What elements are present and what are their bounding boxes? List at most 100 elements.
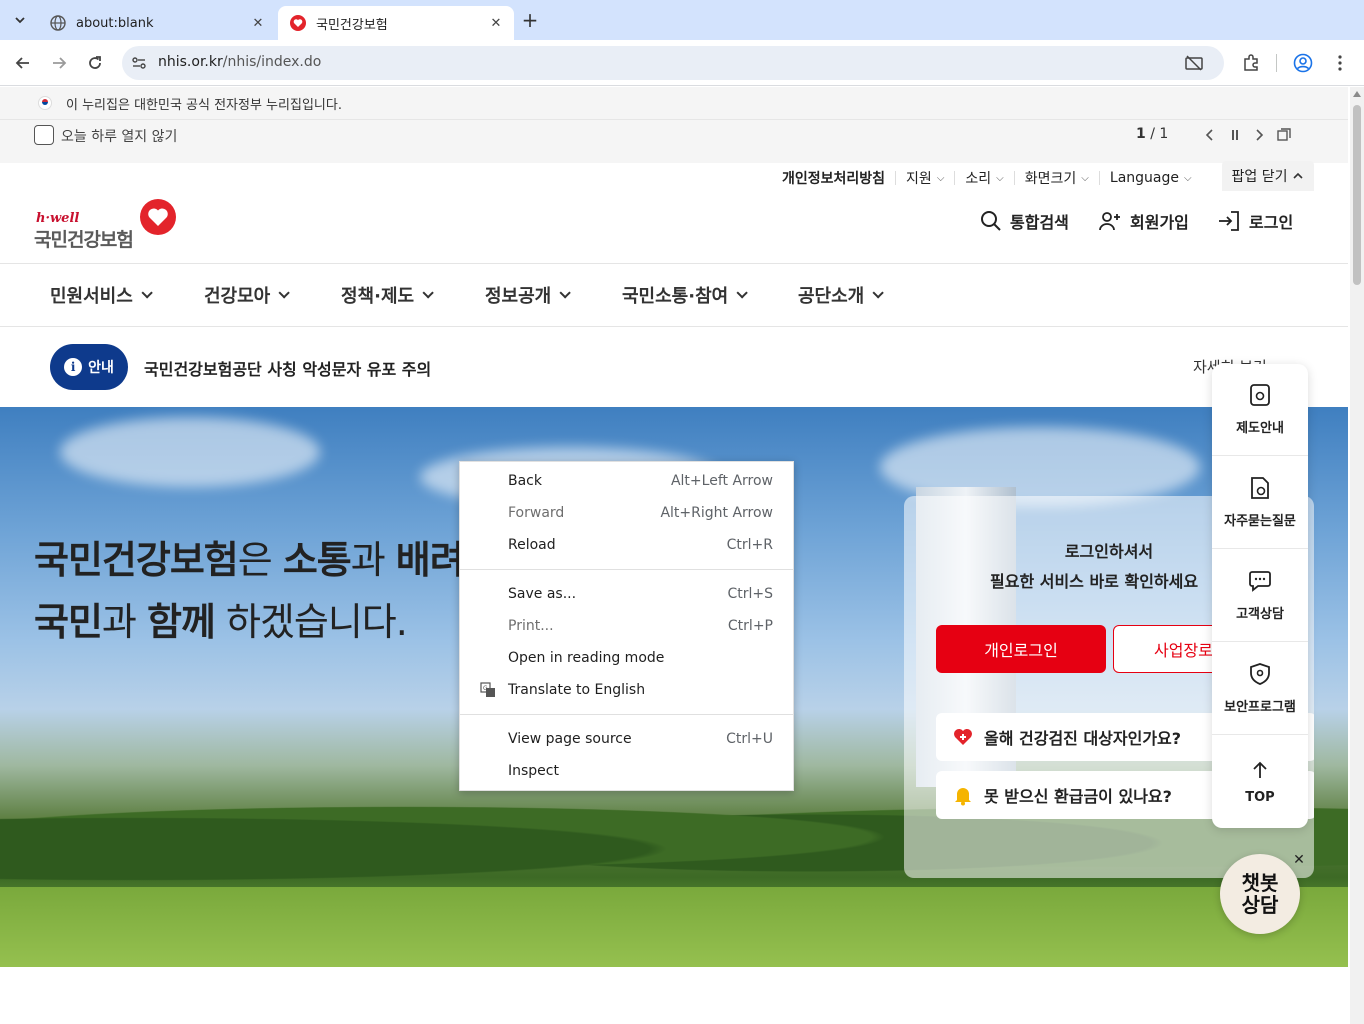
- browser-toolbar: nhis.or.kr/nhis/index.do: [0, 40, 1364, 86]
- chevron-down-icon: ⌵: [1081, 172, 1089, 184]
- chevron-down-icon: [872, 287, 885, 299]
- reload-button[interactable]: [82, 50, 108, 76]
- gnb-communication[interactable]: 국민소통·참여: [622, 282, 748, 308]
- scroll-top-button[interactable]: TOP: [1212, 736, 1308, 828]
- logo-name: 국민건강보험: [34, 229, 134, 251]
- integrated-search-link[interactable]: 통합검색: [980, 209, 1069, 233]
- svg-text:G: G: [483, 685, 488, 692]
- menu-separator: [460, 714, 793, 715]
- puzzle-icon: [1244, 54, 1258, 71]
- chat-bubble-icon: [1249, 571, 1271, 592]
- chevron-down-icon: ⌵: [996, 172, 1004, 184]
- chevron-right-icon[interactable]: [1249, 125, 1269, 145]
- heart-plus-icon: [954, 729, 972, 745]
- popup-list-icon[interactable]: [1274, 125, 1294, 145]
- close-icon[interactable]: ✕: [250, 15, 266, 31]
- page-scrollbar[interactable]: [1350, 87, 1364, 1024]
- close-icon[interactable]: ✕: [488, 15, 504, 31]
- scrollbar-thumb[interactable]: [1353, 105, 1361, 285]
- korea-flag-icon: [38, 96, 52, 110]
- chevron-down-icon: [422, 287, 434, 299]
- utility-menu: 개인정보처리방침 지원 ⌵ 소리 ⌵ 화면크기 ⌵ Language ⌵: [772, 167, 1202, 189]
- tab-nhis[interactable]: 국민건강보험 ✕: [278, 6, 514, 40]
- gnb-about[interactable]: 공단소개: [798, 282, 885, 308]
- gov-official-banner: 이 누리집은 대한민국 공식 전자정부 누리집입니다.: [0, 87, 1348, 119]
- gov-banner-text: 이 누리집은 대한민국 공식 전자정부 누리집입니다.: [66, 97, 342, 113]
- globe-icon: [50, 15, 66, 31]
- main-navigation: 민원서비스 건강모아 정책·제도 정보공개 국민소통·참여 공단소개: [0, 263, 1348, 327]
- personal-login-button[interactable]: 개인로그인: [936, 625, 1106, 673]
- chevron-down-icon: [141, 287, 153, 299]
- gnb-policy[interactable]: 정책·제도: [341, 282, 434, 308]
- reload-icon: [89, 56, 101, 69]
- site-info-icon[interactable]: [130, 54, 148, 72]
- support-menu[interactable]: 지원 ⌵: [895, 171, 954, 187]
- security-program-button[interactable]: 보안프로그램: [1212, 643, 1308, 735]
- heart-logo-icon: [140, 199, 176, 235]
- address-bar[interactable]: nhis.or.kr/nhis/index.do: [122, 46, 1224, 80]
- more-vert-icon: [1338, 55, 1342, 71]
- screen-size-menu[interactable]: 화면크기 ⌵: [1013, 171, 1099, 187]
- close-icon[interactable]: ✕: [1291, 852, 1307, 868]
- ctx-print[interactable]: Print... Ctrl+P: [460, 610, 793, 642]
- profile-icon: [1293, 53, 1313, 73]
- add-user-icon: [1099, 212, 1120, 231]
- gnb-health-moa[interactable]: 건강모아: [204, 282, 291, 308]
- back-button[interactable]: [10, 50, 36, 76]
- popup-control-bar: 오늘 하루 열지 않기 1 / 1: [0, 119, 1348, 163]
- chevron-up-icon: [1293, 172, 1304, 179]
- profile-button[interactable]: [1292, 52, 1314, 74]
- customer-consult-button[interactable]: 고객상담: [1212, 550, 1308, 642]
- arrow-left-icon: [15, 57, 29, 69]
- gnb-civil-service[interactable]: 민원서비스: [50, 282, 153, 308]
- info-icon: i: [64, 358, 83, 376]
- arrow-up-icon: [1253, 761, 1267, 778]
- browser-menu-button[interactable]: [1329, 52, 1351, 74]
- tab-about-blank[interactable]: about:blank ✕: [38, 6, 276, 40]
- ctx-forward[interactable]: Forward Alt+Right Arrow: [460, 497, 793, 529]
- hero-slogan: 국민건강보험은 소통과 배려 국민과 함께 하겠습니다.: [34, 538, 465, 644]
- forward-button[interactable]: [46, 50, 72, 76]
- side-quick-menu: 제도안내 자주묻는질문 고객상담 보안프로그램 TOP: [1212, 364, 1308, 828]
- bell-icon: [955, 788, 971, 806]
- tab-search-button[interactable]: [8, 8, 32, 32]
- signup-link[interactable]: 회원가입: [1098, 209, 1189, 233]
- dont-show-today-checkbox[interactable]: [34, 125, 54, 145]
- language-menu[interactable]: Language ⌵: [1098, 170, 1202, 186]
- chatbot-button[interactable]: 챗봇 상담: [1220, 854, 1300, 934]
- gnb-info-disclosure[interactable]: 정보공개: [485, 282, 572, 308]
- context-menu: Back Alt+Left Arrow Forward Alt+Right Arro…: [459, 461, 794, 791]
- ctx-save-as[interactable]: Save as... Ctrl+S: [460, 578, 793, 610]
- ctx-back[interactable]: Back Alt+Left Arrow: [460, 465, 793, 497]
- login-message-2: 필요한 서비스 바로 확인하세요: [990, 572, 1199, 591]
- arrow-right-icon: [53, 57, 67, 69]
- notice-text[interactable]: 국민건강보험공단 사칭 악성문자 유포 주의: [144, 356, 431, 380]
- ctx-inspect[interactable]: Inspect: [460, 755, 793, 787]
- ctx-reading-mode[interactable]: Open in reading mode: [460, 642, 793, 674]
- camera-off-icon[interactable]: [1184, 54, 1204, 72]
- nhis-logo[interactable]: h·well 국민건강보험: [34, 199, 184, 251]
- faq-button[interactable]: 자주묻는질문: [1212, 457, 1308, 549]
- lawn-image: [0, 887, 1348, 967]
- sound-menu[interactable]: 소리 ⌵: [954, 171, 1013, 187]
- chevron-down-icon: [278, 287, 291, 299]
- login-icon: [1219, 211, 1239, 231]
- tab-title: about:blank: [76, 15, 154, 31]
- system-guide-button[interactable]: 제도안내: [1212, 364, 1308, 456]
- scroll-up-arrow-icon[interactable]: [1353, 91, 1361, 97]
- chevron-down-icon: [15, 17, 25, 24]
- document-icon: [1250, 384, 1270, 406]
- popup-pager: 1 / 1: [1136, 126, 1169, 142]
- pause-icon[interactable]: [1225, 125, 1245, 145]
- login-link[interactable]: 로그인: [1217, 209, 1293, 233]
- extensions-button[interactable]: [1240, 52, 1262, 74]
- ctx-translate[interactable]: G Translate to English: [460, 674, 793, 706]
- privacy-policy-link[interactable]: 개인정보처리방침: [772, 171, 895, 187]
- ctx-view-source[interactable]: View page source Ctrl+U: [460, 723, 793, 755]
- new-tab-button[interactable]: +: [518, 8, 542, 32]
- dont-show-today-label[interactable]: 오늘 하루 열지 않기: [61, 126, 177, 146]
- shield-icon: [1250, 663, 1270, 685]
- chevron-left-icon[interactable]: [1200, 125, 1220, 145]
- ctx-reload[interactable]: Reload Ctrl+R: [460, 529, 793, 561]
- popup-close-button[interactable]: 팝업 닫기: [1222, 161, 1314, 191]
